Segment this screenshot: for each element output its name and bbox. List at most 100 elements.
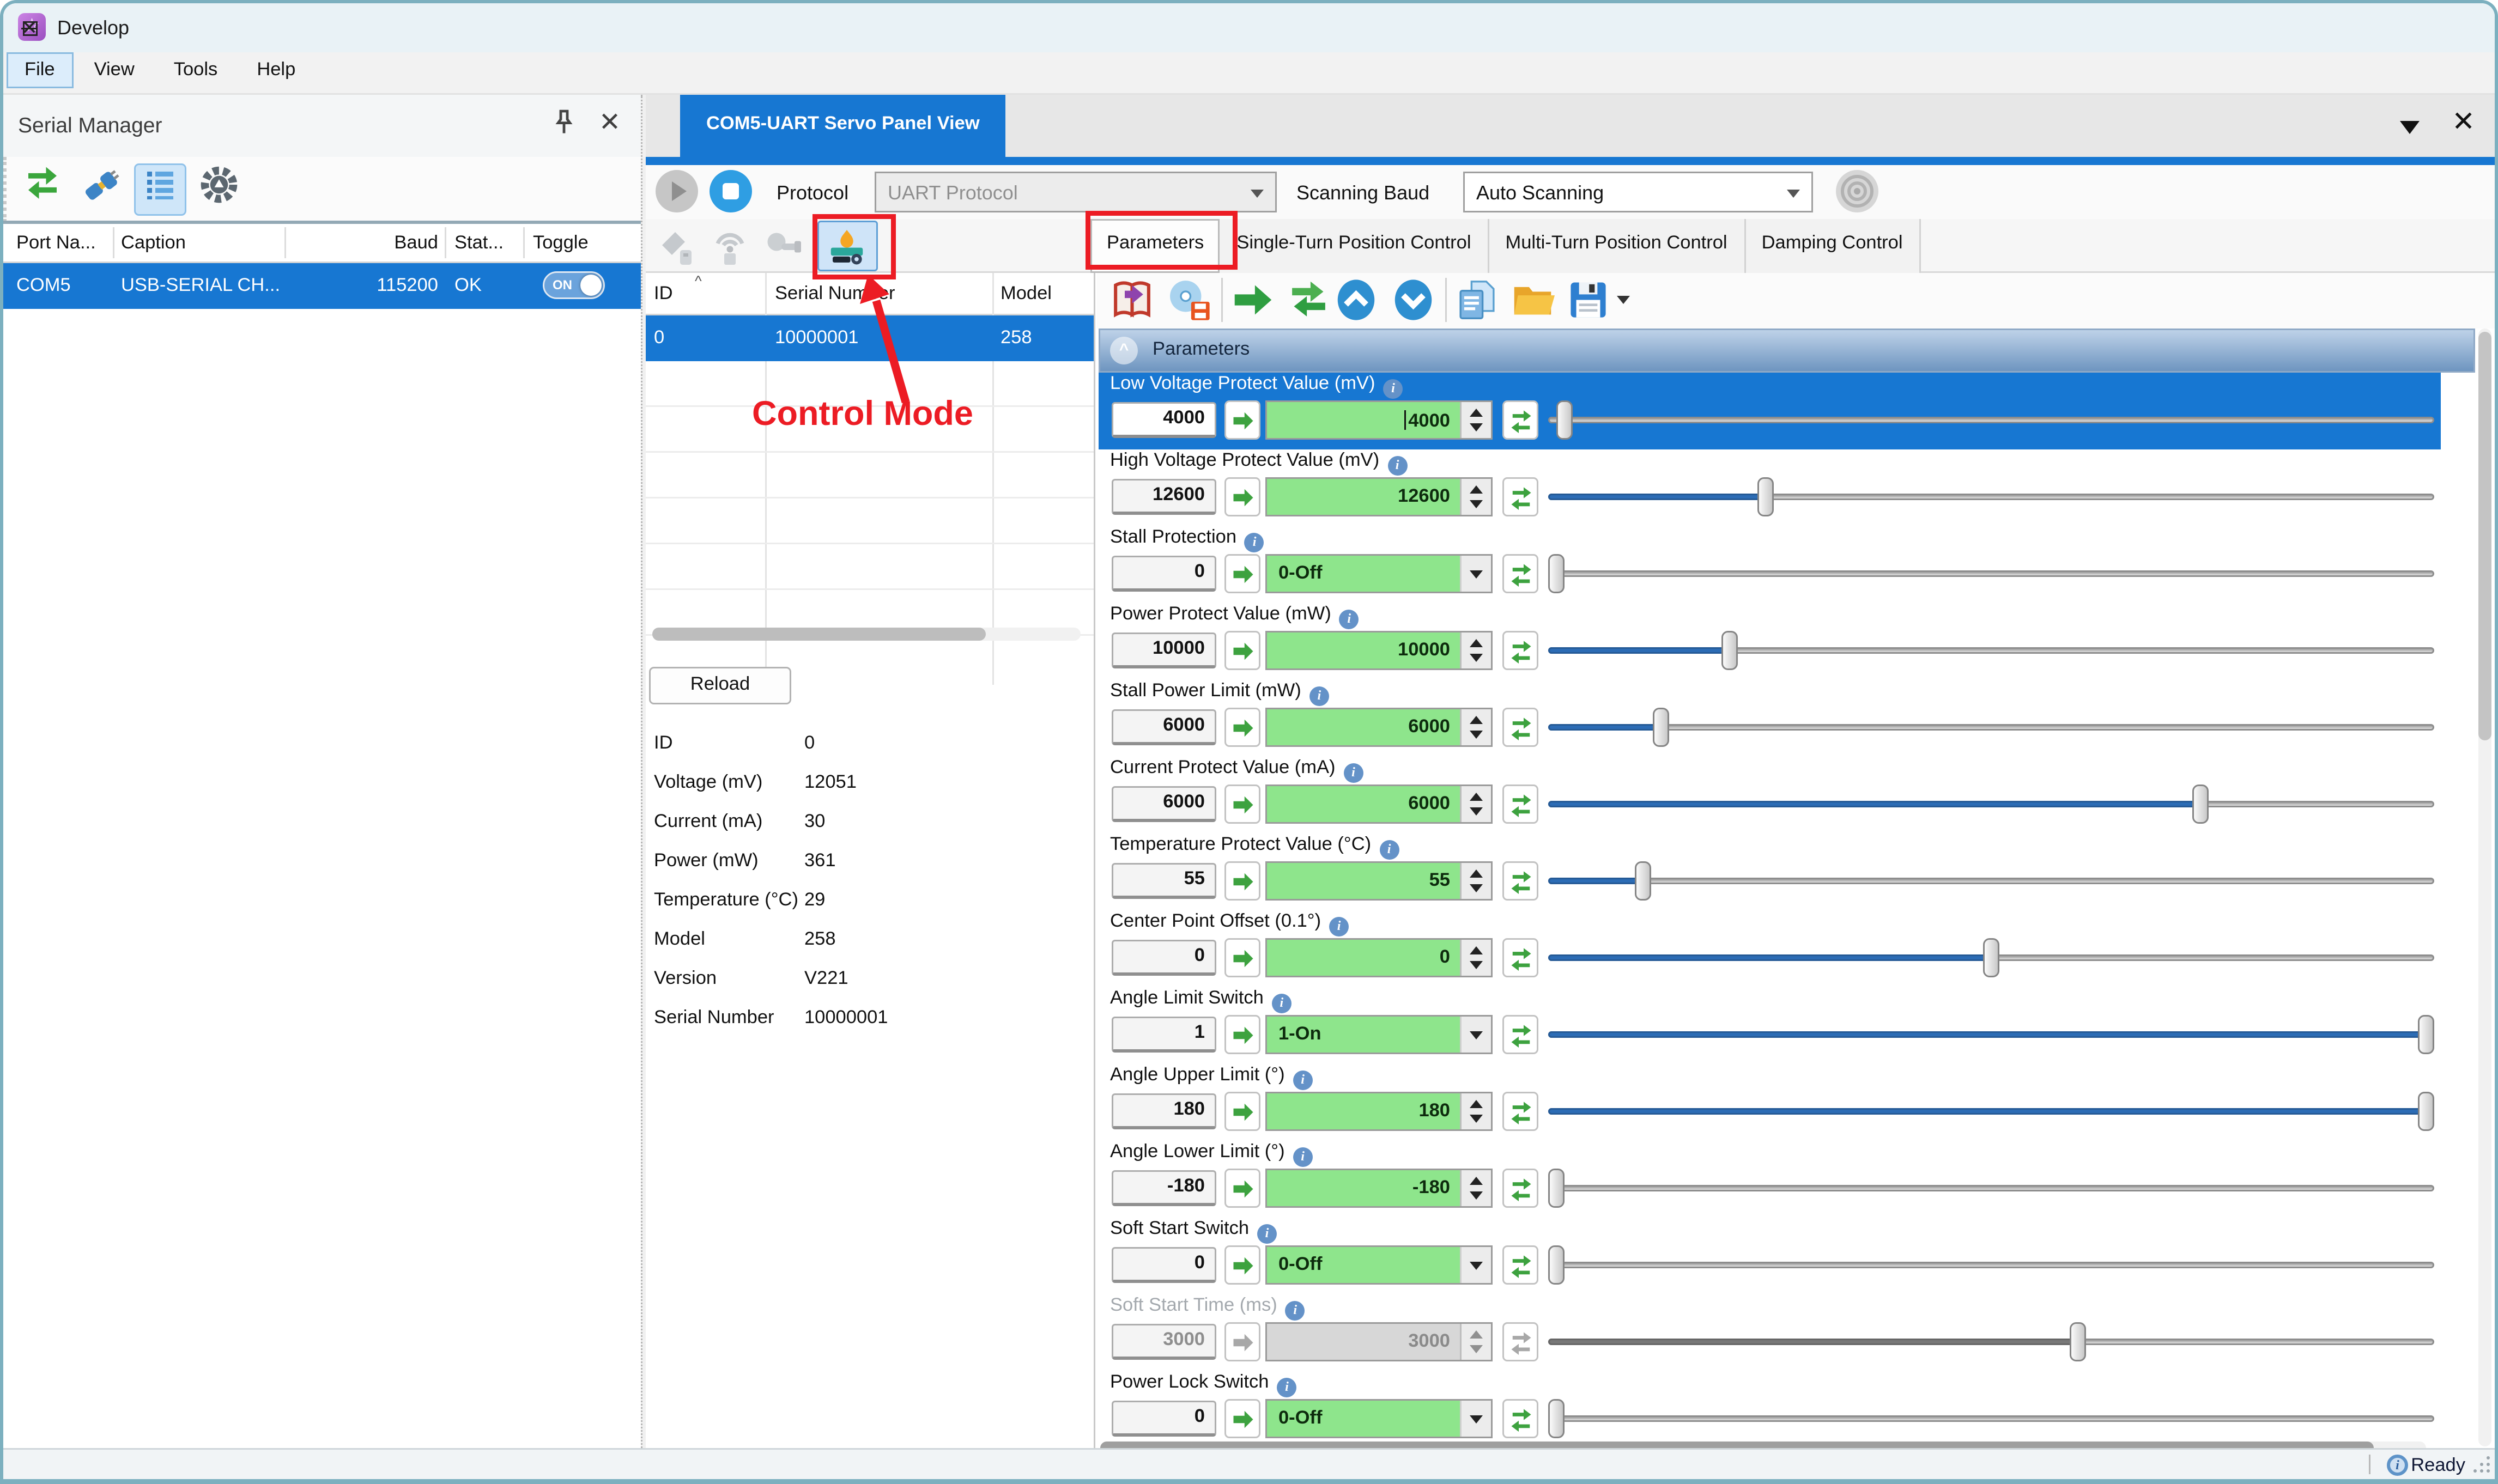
spin-buttons[interactable] xyxy=(1460,940,1491,976)
param-target-spinbox[interactable]: 0 xyxy=(1265,938,1493,977)
spin-up-icon[interactable] xyxy=(1470,946,1483,954)
param-current-value[interactable]: 180 xyxy=(1112,1093,1216,1129)
sync-button[interactable] xyxy=(1502,1245,1538,1285)
copy-icon[interactable] xyxy=(1455,278,1499,322)
info-icon[interactable]: i xyxy=(1339,610,1359,629)
play-button[interactable] xyxy=(656,170,698,212)
param-slider[interactable] xyxy=(1548,938,2434,977)
spin-down-icon[interactable] xyxy=(1470,884,1483,892)
save-dropdown-icon[interactable] xyxy=(1617,296,1630,304)
spin-up-icon[interactable] xyxy=(1470,869,1483,878)
menu-file[interactable]: File xyxy=(7,52,73,88)
move-down-icon[interactable] xyxy=(1391,278,1435,322)
sync-button[interactable] xyxy=(1502,1092,1538,1131)
close-button[interactable]: ✕ xyxy=(3,11,56,44)
param-slider[interactable] xyxy=(1548,1322,2434,1361)
slider-thumb[interactable] xyxy=(1757,477,1774,516)
sync-button[interactable] xyxy=(1502,1169,1538,1208)
slider-thumb[interactable] xyxy=(1635,861,1651,901)
scan-target-icon[interactable] xyxy=(1833,167,1883,217)
sync-button[interactable] xyxy=(1502,477,1538,516)
param-slider[interactable] xyxy=(1548,861,2434,901)
spin-up-icon[interactable] xyxy=(1470,639,1483,647)
spin-up-icon[interactable] xyxy=(1470,793,1483,801)
info-icon[interactable]: i xyxy=(1272,994,1292,1013)
spin-buttons[interactable] xyxy=(1460,1170,1491,1206)
param-current-value[interactable]: -180 xyxy=(1112,1170,1216,1206)
info-icon[interactable]: i xyxy=(1277,1378,1296,1397)
spin-buttons[interactable] xyxy=(1460,786,1491,822)
param-slider[interactable] xyxy=(1548,1015,2434,1054)
slider-thumb[interactable] xyxy=(1721,631,1738,670)
col-toggle[interactable]: Toggle xyxy=(533,234,631,253)
info-icon[interactable]: i xyxy=(1245,533,1264,552)
apply-arrow-button[interactable] xyxy=(1224,861,1260,901)
apply-arrow-button[interactable] xyxy=(1224,708,1260,747)
apply-arrow-button[interactable] xyxy=(1224,1092,1260,1131)
param-slider[interactable] xyxy=(1548,400,2434,440)
slider-thumb[interactable] xyxy=(1548,1399,1565,1438)
info-icon[interactable]: i xyxy=(1383,379,1403,399)
param-current-value[interactable]: 0 xyxy=(1112,1401,1216,1437)
slider-thumb[interactable] xyxy=(1548,554,1565,593)
spin-down-icon[interactable] xyxy=(1470,731,1483,739)
spin-buttons[interactable] xyxy=(1460,402,1491,438)
param-slider[interactable] xyxy=(1548,784,2434,824)
spin-up-icon[interactable] xyxy=(1470,716,1483,724)
param-target-spinbox[interactable]: 12600 xyxy=(1265,477,1493,516)
info-icon[interactable]: i xyxy=(1293,1147,1313,1167)
spin-down-icon[interactable] xyxy=(1470,500,1483,508)
dropdown-arrow-icon[interactable] xyxy=(1460,1247,1491,1283)
slider-thumb[interactable] xyxy=(1548,1169,1565,1208)
param-target-spinbox[interactable]: 55 xyxy=(1265,861,1493,901)
param-current-value[interactable]: 3000 xyxy=(1112,1324,1216,1360)
apply-arrow-button[interactable] xyxy=(1224,477,1260,516)
dropdown-arrow-icon[interactable] xyxy=(1460,1401,1491,1437)
parameters-vertical-scrollbar[interactable] xyxy=(2478,329,2491,1446)
slider-track[interactable] xyxy=(1548,1262,2434,1268)
dropdown-arrow-icon[interactable] xyxy=(1460,1017,1491,1053)
spin-down-icon[interactable] xyxy=(1470,1191,1483,1200)
param-target-spinbox[interactable]: 4000 xyxy=(1265,400,1493,440)
param-target-spinbox[interactable]: 6000 xyxy=(1265,708,1493,747)
slider-track[interactable] xyxy=(1548,1415,2434,1422)
scanning-baud-select[interactable]: Auto Scanning xyxy=(1463,172,1813,212)
port-toggle[interactable]: ON xyxy=(543,271,605,299)
param-current-value[interactable]: 6000 xyxy=(1112,786,1216,822)
stop-button[interactable] xyxy=(710,170,752,212)
spin-buttons[interactable] xyxy=(1460,1324,1491,1360)
param-current-value[interactable]: 0 xyxy=(1112,556,1216,592)
port-list-button[interactable] xyxy=(134,163,186,216)
servo-col-id[interactable]: ID xyxy=(654,284,673,304)
param-target-spinbox[interactable]: 10000 xyxy=(1265,631,1493,670)
spin-up-icon[interactable] xyxy=(1470,485,1483,494)
apply-arrow-button[interactable] xyxy=(1224,554,1260,593)
param-current-value[interactable]: 4000 xyxy=(1112,402,1216,438)
spin-down-icon[interactable] xyxy=(1470,961,1483,969)
spin-buttons[interactable] xyxy=(1460,863,1491,899)
tab-com5-uart-servo-panel-view[interactable]: COM5-UART Servo Panel View xyxy=(680,95,1006,157)
sync-button[interactable] xyxy=(1502,631,1538,670)
collapse-chevron-icon[interactable]: ^ xyxy=(1110,337,1138,364)
slider-thumb[interactable] xyxy=(1548,1245,1565,1285)
slider-thumb[interactable] xyxy=(1653,708,1669,747)
sync-button[interactable] xyxy=(1502,938,1538,977)
serial-table-header[interactable]: Port Na... Caption Baud Stat... Toggle xyxy=(3,221,641,263)
spin-buttons[interactable] xyxy=(1460,1093,1491,1129)
sync-button[interactable] xyxy=(1502,1399,1538,1438)
spin-down-icon[interactable] xyxy=(1470,1115,1483,1123)
pin-icon[interactable] xyxy=(549,108,582,141)
dropdown-arrow-icon[interactable] xyxy=(1460,556,1491,592)
param-slider[interactable] xyxy=(1548,477,2434,516)
disk-save-icon[interactable] xyxy=(1167,278,1211,322)
spin-up-icon[interactable] xyxy=(1470,409,1483,417)
apply-arrow-button[interactable] xyxy=(1224,938,1260,977)
servo-horizontal-scrollbar[interactable] xyxy=(652,628,1081,641)
apply-arrow-button[interactable] xyxy=(1224,400,1260,440)
panel-splitter[interactable] xyxy=(641,95,646,1448)
param-target-spinbox[interactable]: 6000 xyxy=(1265,784,1493,824)
info-icon[interactable]: i xyxy=(1309,686,1329,706)
refresh-ports-button[interactable] xyxy=(16,163,69,216)
slider-thumb[interactable] xyxy=(2070,1322,2086,1361)
tab-multi-turn-position-control[interactable]: Multi-Turn Position Control xyxy=(1489,219,1745,273)
